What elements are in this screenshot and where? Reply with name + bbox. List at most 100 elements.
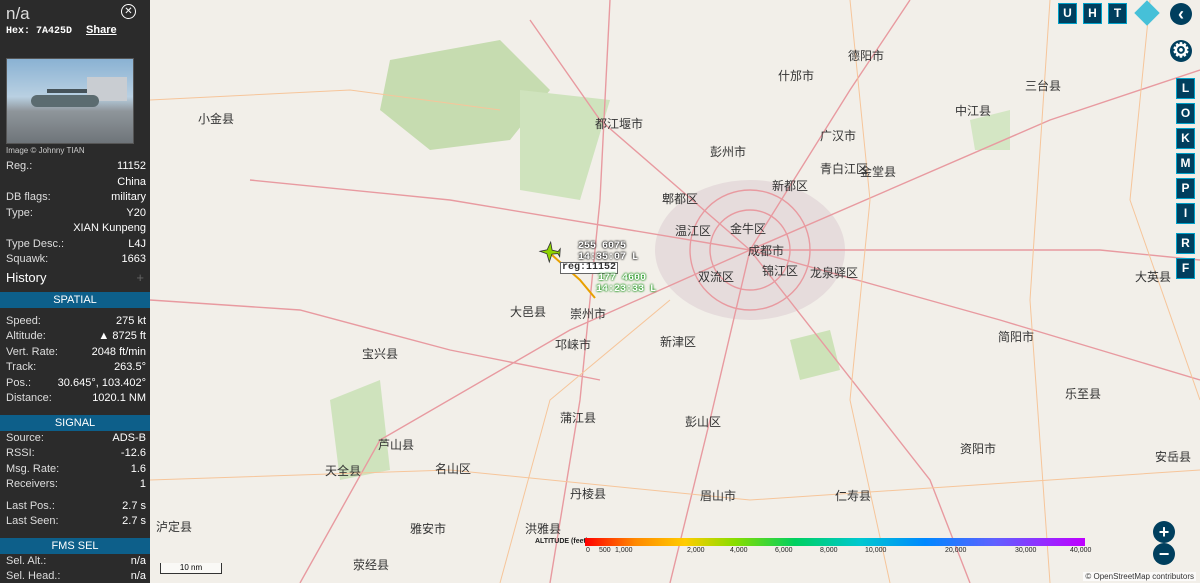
place-label: 彭山区	[685, 415, 722, 429]
rssi-label: RSSI:	[6, 447, 35, 459]
squawk-label: Squawk:	[6, 253, 49, 265]
place-label: 成都市	[748, 244, 785, 258]
toggle-u-button[interactable]: U	[1058, 3, 1077, 24]
track-label-1: 255 6075	[578, 241, 627, 252]
toggle-t-button[interactable]: T	[1108, 3, 1127, 24]
track-label: Track:	[6, 361, 37, 373]
place-label: 乐至县	[1065, 387, 1102, 401]
vrate-row: Vert. Rate: 2048 ft/min	[0, 345, 150, 361]
legend-tick: 8,000	[820, 547, 838, 554]
msgrate-row: Msg. Rate: 1.6	[0, 462, 150, 478]
history-label: History	[6, 269, 47, 285]
typedesc-value: L4J	[128, 237, 146, 250]
altitude-gradient	[585, 538, 1085, 546]
toggle-r-button[interactable]: R	[1176, 233, 1195, 254]
zoom-out-button[interactable]: −	[1153, 543, 1175, 565]
place-label: 荥经县	[353, 558, 390, 572]
scale-bar: 10 nm	[160, 563, 222, 574]
lastseen-row: Last Seen: 2.7 s	[0, 514, 150, 530]
place-label: 名山区	[435, 462, 472, 476]
track-row: Track: 263.5°	[0, 360, 150, 376]
selhead-row: Sel. Head.: n/a	[0, 569, 150, 583]
place-label: 新都区	[772, 179, 809, 193]
lastpos-label: Last Pos.:	[6, 499, 55, 512]
toggle-k-button[interactable]: K	[1176, 128, 1195, 149]
squawk-row: Squawk: 1663	[0, 252, 150, 268]
model-value: XIAN Kunpeng	[73, 222, 146, 234]
place-label: 安岳县	[1155, 450, 1192, 464]
legend-tick: 4,000	[730, 547, 748, 554]
legend-tick: 500	[599, 547, 611, 554]
distance-row: Distance: 1020.1 NM	[0, 391, 150, 407]
legend-tick: 6,000	[775, 547, 793, 554]
settings-gear-icon[interactable]: ⚙	[1170, 40, 1192, 62]
model-row: XIAN Kunpeng	[0, 221, 150, 237]
receivers-value: 1	[139, 478, 146, 490]
squawk-value: 1663	[121, 253, 146, 265]
place-label: 彭州市	[710, 145, 747, 159]
reg-label: Reg.:	[6, 160, 33, 172]
toggle-p-button[interactable]: P	[1176, 178, 1195, 199]
legend-tick: 30,000	[1015, 547, 1037, 554]
map-view[interactable]: 都江堰市 彭州市 什邡市 德阳市 广汉市 中江县 三台县 成都市 金牛区 锦江区…	[150, 0, 1200, 583]
altitude-label: Altitude:	[6, 330, 46, 342]
panel-header: n/a ✕ Hex: 7A425D Share	[0, 0, 150, 40]
track-label-2: 177 4600	[598, 273, 647, 284]
place-label: 金堂县	[860, 165, 897, 179]
track-time-2: 14:23:33 L	[596, 284, 657, 295]
legend-tick: 20,000	[945, 547, 967, 554]
share-link[interactable]: Share	[86, 24, 117, 36]
toggle-o-button[interactable]: O	[1176, 103, 1195, 124]
track-value: 263.5°	[114, 361, 146, 373]
place-label: 眉山市	[700, 489, 737, 503]
dbflags-label: DB flags:	[6, 191, 51, 203]
legend-tick: 0	[586, 547, 590, 554]
place-label: 新津区	[660, 335, 697, 349]
map-attribution[interactable]: © OpenStreetMap contributors	[1083, 572, 1196, 581]
altitude-legend: ALTITUDE (feet) 0 500 1,000 2,000 4,000 …	[535, 535, 1095, 561]
place-label: 锦江区	[762, 264, 799, 278]
place-label: 德阳市	[848, 49, 885, 63]
place-label: 雅安市	[410, 522, 447, 536]
country-row: China	[0, 175, 150, 191]
place-label: 仁寿县	[835, 489, 872, 503]
lastseen-label: Last Seen:	[6, 515, 59, 527]
place-label: 温江区	[675, 224, 712, 238]
toggle-l-button[interactable]: L	[1176, 78, 1195, 99]
source-label: Source:	[6, 431, 44, 444]
toggle-h-button[interactable]: H	[1083, 3, 1102, 24]
place-label: 宝兴县	[362, 347, 399, 361]
place-label: 邛崃市	[555, 338, 592, 352]
close-icon[interactable]: ✕	[121, 4, 136, 19]
place-label: 都江堰市	[595, 117, 644, 131]
place-label: 广汉市	[820, 129, 857, 143]
typedesc-row: Type Desc.: L4J	[0, 237, 150, 253]
collapse-sidebar-icon[interactable]: ‹	[1170, 3, 1192, 25]
legend-tick: 2,000	[687, 547, 705, 554]
aircraft-photo[interactable]	[6, 58, 134, 144]
dbflags-row: DB flags: military	[0, 190, 150, 206]
hex-row: Hex: 7A425D Share	[6, 24, 144, 37]
speed-label: Speed:	[6, 314, 41, 327]
vrate-value: 2048 ft/min	[91, 345, 146, 358]
rssi-value: -12.6	[120, 447, 146, 459]
toggle-m-button[interactable]: M	[1176, 153, 1195, 174]
place-label: 蒲江县	[560, 411, 597, 425]
receivers-row: Receivers: 1	[0, 477, 150, 493]
aircraft-icon[interactable]	[538, 240, 562, 264]
type-value: Y20	[126, 206, 146, 219]
distance-value: 1020.1 NM	[92, 392, 146, 404]
toggle-f-button[interactable]: F	[1176, 258, 1195, 279]
toggle-i-button[interactable]: I	[1176, 203, 1195, 224]
zoom-in-button[interactable]: +	[1153, 521, 1175, 543]
legend-tick: 1,000	[615, 547, 633, 554]
photo-plane	[31, 95, 99, 107]
place-label: 大英县	[1135, 270, 1172, 284]
altitude-value: ▲ 8725 ft	[98, 330, 146, 342]
place-label: 小金县	[198, 112, 235, 126]
speed-row: Speed: 275 kt	[0, 314, 150, 330]
type-label: Type:	[6, 206, 33, 219]
selhead-value: n/a	[130, 570, 146, 582]
history-toggle[interactable]: History +	[0, 268, 150, 290]
lastpos-row: Last Pos.: 2.7 s	[0, 499, 150, 515]
